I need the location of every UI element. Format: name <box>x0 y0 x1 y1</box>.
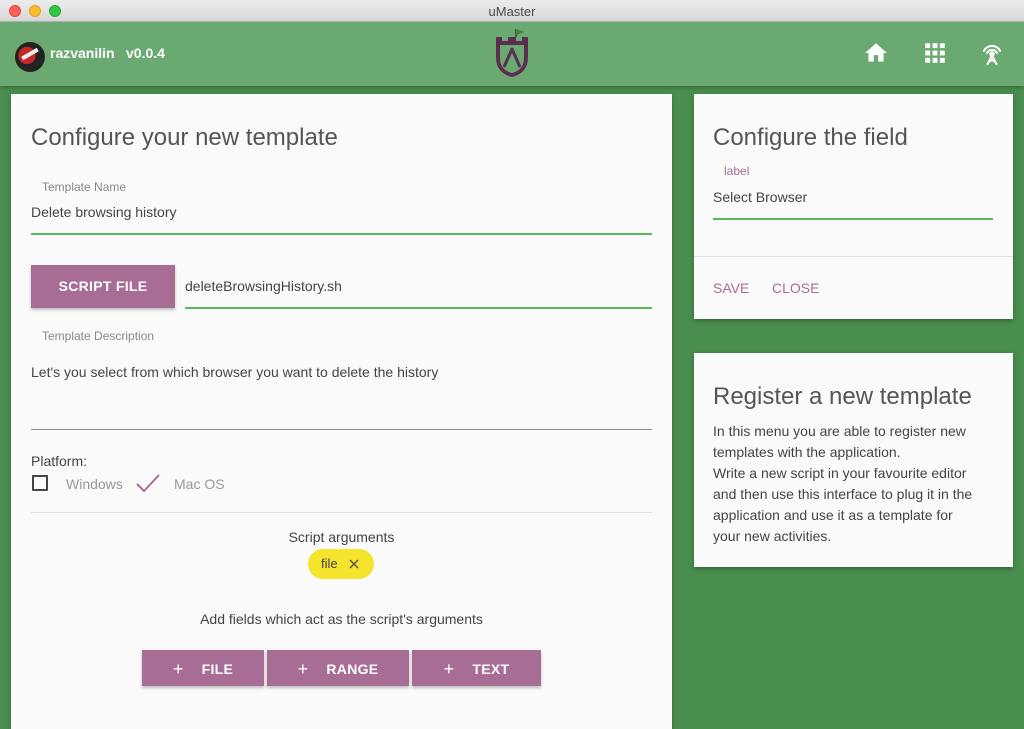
castle-logo-icon[interactable] <box>492 27 532 81</box>
platform-label: Platform: <box>31 453 88 469</box>
macos-label[interactable]: Mac OS <box>174 476 225 492</box>
info-line: templates with the application. <box>713 444 901 460</box>
windows-label[interactable]: Windows <box>66 476 123 492</box>
info-text: In this menu you are able to register ne… <box>713 421 972 547</box>
username[interactable]: razvanilin <box>50 45 115 61</box>
template-description-input[interactable]: Let's you select from which browser you … <box>31 364 438 380</box>
script-file-button[interactable]: SCRIPT FILE <box>31 265 175 308</box>
info-card-title: Register a new template <box>713 383 972 410</box>
argument-chip[interactable]: file <box>308 549 374 579</box>
template-description-underline <box>31 429 652 430</box>
add-range-field-button[interactable]: + RANGE <box>267 650 409 686</box>
add-file-field-button[interactable]: + FILE <box>142 650 264 686</box>
field-card-divider <box>694 256 1013 257</box>
configure-template-card: Configure your new template Template Nam… <box>11 94 672 729</box>
info-line: your new activities. <box>713 528 832 544</box>
info-line: and then use this interface to plug it i… <box>713 486 973 502</box>
app-version: v0.0.4 <box>126 45 165 61</box>
arguments-hint: Add fields which act as the script's arg… <box>200 611 483 627</box>
field-label-input[interactable]: Select Browser <box>713 189 807 205</box>
close-icon[interactable] <box>349 559 359 569</box>
info-line: In this menu you are able to register ne… <box>713 423 966 439</box>
field-label-caption: label <box>724 164 750 178</box>
register-template-info-card: Register a new template In this menu you… <box>694 353 1013 567</box>
plus-icon: + <box>297 659 309 679</box>
info-line: Write a new script in your favourite edi… <box>713 465 967 481</box>
template-name-underline <box>31 233 652 235</box>
close-button[interactable]: CLOSE <box>772 280 819 296</box>
info-line: application and use it as a template for <box>713 507 953 523</box>
window-titlebar: uMaster <box>0 0 1024 22</box>
script-arguments-label: Script arguments <box>288 529 395 545</box>
add-range-label: RANGE <box>326 661 379 677</box>
field-card-title: Configure the field <box>713 124 908 151</box>
template-description-label: Template Description <box>42 329 155 343</box>
app-bar: razvanilin v0.0.4 <box>0 22 1024 86</box>
field-label-underline <box>713 218 993 220</box>
apps-icon[interactable] <box>922 40 948 66</box>
save-button[interactable]: SAVE <box>713 280 749 296</box>
add-file-label: FILE <box>201 661 234 677</box>
page-title: Configure your new template <box>31 124 338 151</box>
template-name-label: Template Name <box>42 180 127 194</box>
template-name-input[interactable]: Delete browsing history <box>31 204 177 220</box>
plus-icon: + <box>443 659 455 679</box>
windows-checkbox[interactable] <box>32 475 48 491</box>
add-text-field-button[interactable]: + TEXT <box>412 650 541 686</box>
script-file-input[interactable]: deleteBrowsingHistory.sh <box>185 278 342 294</box>
window-title: uMaster <box>488 4 536 19</box>
broadcast-icon[interactable] <box>979 40 1005 66</box>
add-text-label: TEXT <box>472 661 510 677</box>
plus-icon: + <box>172 659 184 679</box>
check-icon[interactable] <box>135 472 161 494</box>
home-icon[interactable] <box>863 40 889 66</box>
avatar[interactable] <box>15 42 45 72</box>
chip-label: file <box>321 556 338 571</box>
script-file-underline <box>185 307 652 309</box>
configure-field-card: Configure the field label Select Browser… <box>694 94 1013 319</box>
section-divider <box>31 512 652 513</box>
